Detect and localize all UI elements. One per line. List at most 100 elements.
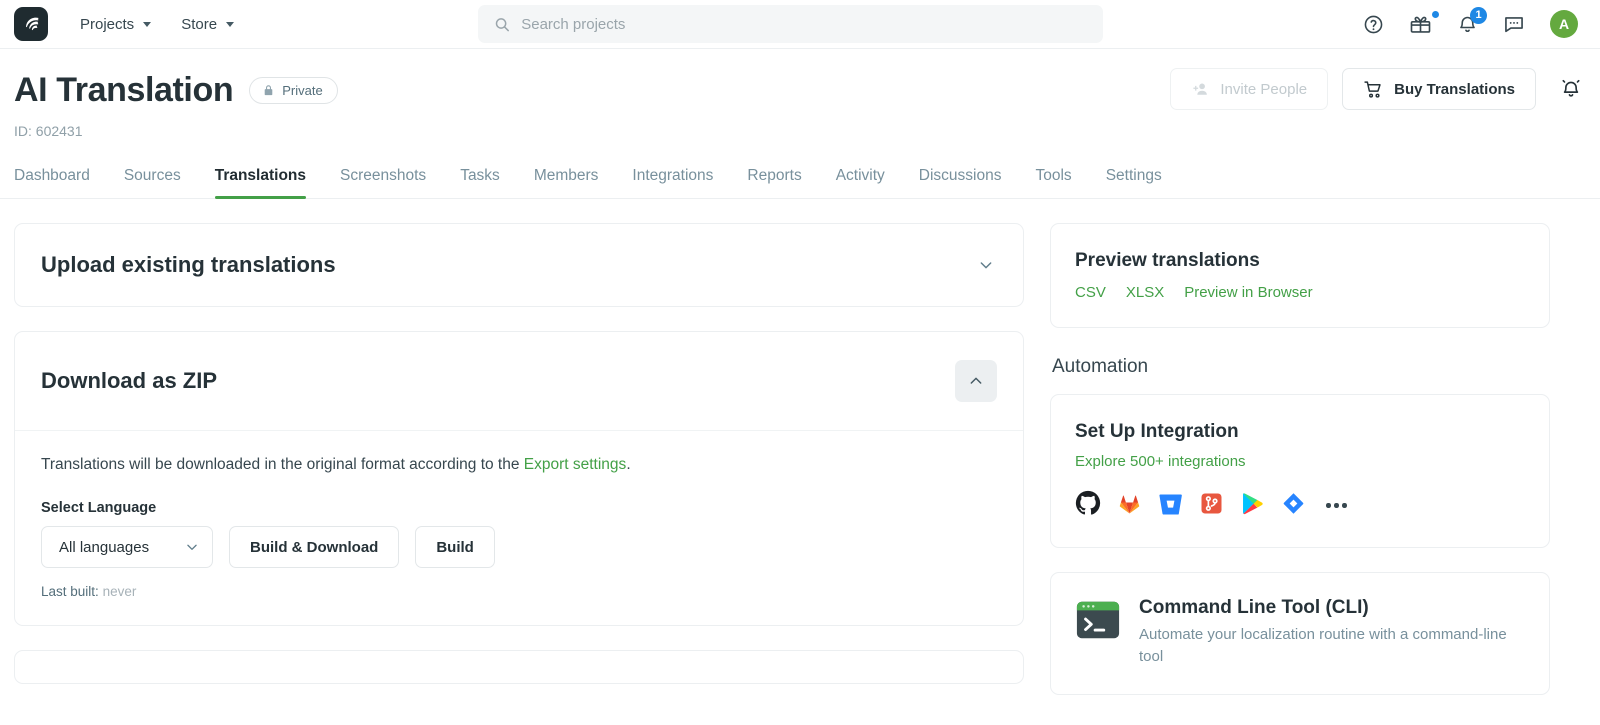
set-up-integration-card: Set Up Integration Explore 500+ integrat… [1050, 394, 1550, 548]
tab-discussions[interactable]: Discussions [902, 167, 1019, 198]
topbar-actions: 1 A [1363, 10, 1586, 38]
chevron-down-icon [185, 540, 199, 554]
nav-item-projects[interactable]: Projects [80, 16, 151, 33]
search-icon [494, 16, 510, 33]
download-zip-card: Download as ZIP Translations will be dow… [14, 331, 1024, 626]
preview-link-csv[interactable]: CSV [1075, 284, 1106, 301]
github-icon[interactable] [1075, 490, 1101, 521]
question-circle-icon[interactable] [1363, 14, 1384, 35]
jira-icon[interactable] [1281, 491, 1306, 521]
build-and-download-button[interactable]: Build & Download [229, 526, 399, 568]
preview-translations-body: Preview translations CSV XLSX Preview in… [1051, 224, 1549, 327]
download-description: Translations will be downloaded in the o… [41, 453, 997, 476]
automation-section-label: Automation [1052, 356, 1550, 378]
upload-translations-title: Upload existing translations [41, 252, 336, 278]
project-action-buttons: Invite People Buy Translations [1170, 68, 1586, 110]
chevron-down-icon [226, 22, 234, 27]
build-button[interactable]: Build [415, 526, 495, 568]
tab-dashboard[interactable]: Dashboard [14, 167, 107, 198]
git-repo-icon[interactable] [1199, 491, 1224, 521]
more-ellipsis-icon[interactable] [1326, 503, 1347, 508]
gift-notification-dot [1432, 11, 1439, 18]
export-settings-link[interactable]: Export settings [524, 456, 627, 473]
cli-tool-title: Command Line Tool (CLI) [1139, 597, 1519, 619]
project-id: ID: 602431 [14, 123, 1586, 139]
bell-badge-count: 1 [1470, 7, 1487, 24]
cart-icon [1363, 79, 1384, 100]
main-content: Upload existing translations Download as… [0, 199, 1600, 708]
gift-icon[interactable] [1409, 13, 1432, 36]
tab-reports[interactable]: Reports [730, 167, 818, 198]
download-controls: All languages Build & Download Build [41, 526, 997, 568]
preview-link-browser[interactable]: Preview in Browser [1184, 284, 1312, 301]
preview-translations-links: CSV XLSX Preview in Browser [1075, 284, 1525, 301]
page-title: AI Translation [14, 71, 233, 110]
download-zip-body: Translations will be downloaded in the o… [15, 431, 1023, 625]
chat-bubble-icon[interactable] [1503, 13, 1525, 35]
build-label: Build [436, 539, 474, 556]
right-column: Preview translations CSV XLSX Preview in… [1050, 223, 1550, 695]
buy-translations-button[interactable]: Buy Translations [1342, 68, 1536, 110]
search-input[interactable] [521, 16, 1087, 33]
project-header: AI Translation Private ID: 602431 Invite… [0, 49, 1600, 139]
tab-tools[interactable]: Tools [1019, 167, 1089, 198]
upload-translations-header[interactable]: Upload existing translations [15, 224, 1023, 306]
project-tabs: Dashboard Sources Translations Screensho… [0, 167, 1600, 199]
tab-members[interactable]: Members [517, 167, 616, 198]
bell-alert-icon[interactable] [1556, 74, 1586, 104]
language-select[interactable]: All languages [41, 526, 213, 568]
tab-translations[interactable]: Translations [198, 167, 323, 198]
tab-sources[interactable]: Sources [107, 167, 198, 198]
preview-translations-title: Preview translations [1075, 250, 1525, 272]
tab-integrations[interactable]: Integrations [615, 167, 730, 198]
explore-integrations-link[interactable]: Explore 500+ integrations [1075, 453, 1246, 470]
invite-people-label: Invite People [1220, 81, 1307, 98]
download-description-suffix: . [626, 456, 630, 473]
bitbucket-icon[interactable] [1158, 491, 1183, 521]
buy-translations-label: Buy Translations [1394, 81, 1515, 98]
tab-tasks[interactable]: Tasks [443, 167, 517, 198]
user-avatar[interactable]: A [1550, 10, 1578, 38]
visibility-badge-label: Private [282, 83, 322, 98]
tab-settings[interactable]: Settings [1089, 167, 1179, 198]
invite-people-button[interactable]: Invite People [1170, 68, 1328, 110]
add-person-icon [1191, 80, 1210, 99]
crowdin-logo-icon[interactable] [14, 7, 48, 41]
search-bar[interactable] [478, 5, 1103, 43]
nav-item-store[interactable]: Store [181, 16, 234, 33]
download-zip-title: Download as ZIP [41, 368, 217, 394]
lock-icon [262, 84, 275, 97]
visibility-badge[interactable]: Private [249, 77, 337, 104]
preview-link-xlsx[interactable]: XLSX [1126, 284, 1164, 301]
cli-tool-text: Command Line Tool (CLI) Automate your lo… [1139, 597, 1519, 668]
last-built-status: Last built: never [41, 584, 997, 599]
last-built-label: Last built: [41, 584, 99, 599]
upload-translations-card: Upload existing translations [14, 223, 1024, 307]
explore-integrations-link-wrap: Explore 500+ integrations [1075, 453, 1525, 470]
cli-tool-description: Automate your localization routine with … [1139, 624, 1519, 668]
next-card-partial [14, 650, 1024, 684]
nav-item-store-label: Store [181, 16, 217, 33]
integration-icons-row [1075, 490, 1525, 521]
nav-item-projects-label: Projects [80, 16, 134, 33]
set-up-integration-body: Set Up Integration Explore 500+ integrat… [1051, 395, 1549, 547]
cli-tool-card[interactable]: Command Line Tool (CLI) Automate your lo… [1050, 572, 1550, 695]
terminal-icon [1075, 597, 1121, 643]
top-navigation-bar: Projects Store [0, 0, 1600, 49]
tab-activity[interactable]: Activity [819, 167, 902, 198]
tab-screenshots[interactable]: Screenshots [323, 167, 443, 198]
last-built-value: never [103, 584, 137, 599]
download-zip-header[interactable]: Download as ZIP [15, 332, 1023, 431]
chevron-down-icon [143, 22, 151, 27]
select-language-label: Select Language [41, 500, 997, 516]
download-description-prefix: Translations will be downloaded in the o… [41, 456, 524, 473]
set-up-integration-title: Set Up Integration [1075, 421, 1525, 443]
gitlab-icon[interactable] [1117, 491, 1142, 521]
chevron-up-icon[interactable] [955, 360, 997, 402]
language-select-value: All languages [59, 539, 149, 556]
chevron-down-icon[interactable] [975, 254, 997, 276]
build-and-download-label: Build & Download [250, 539, 378, 556]
bell-icon[interactable]: 1 [1457, 14, 1478, 35]
main-nav-menu: Projects Store [80, 16, 234, 33]
google-play-icon[interactable] [1240, 491, 1265, 521]
